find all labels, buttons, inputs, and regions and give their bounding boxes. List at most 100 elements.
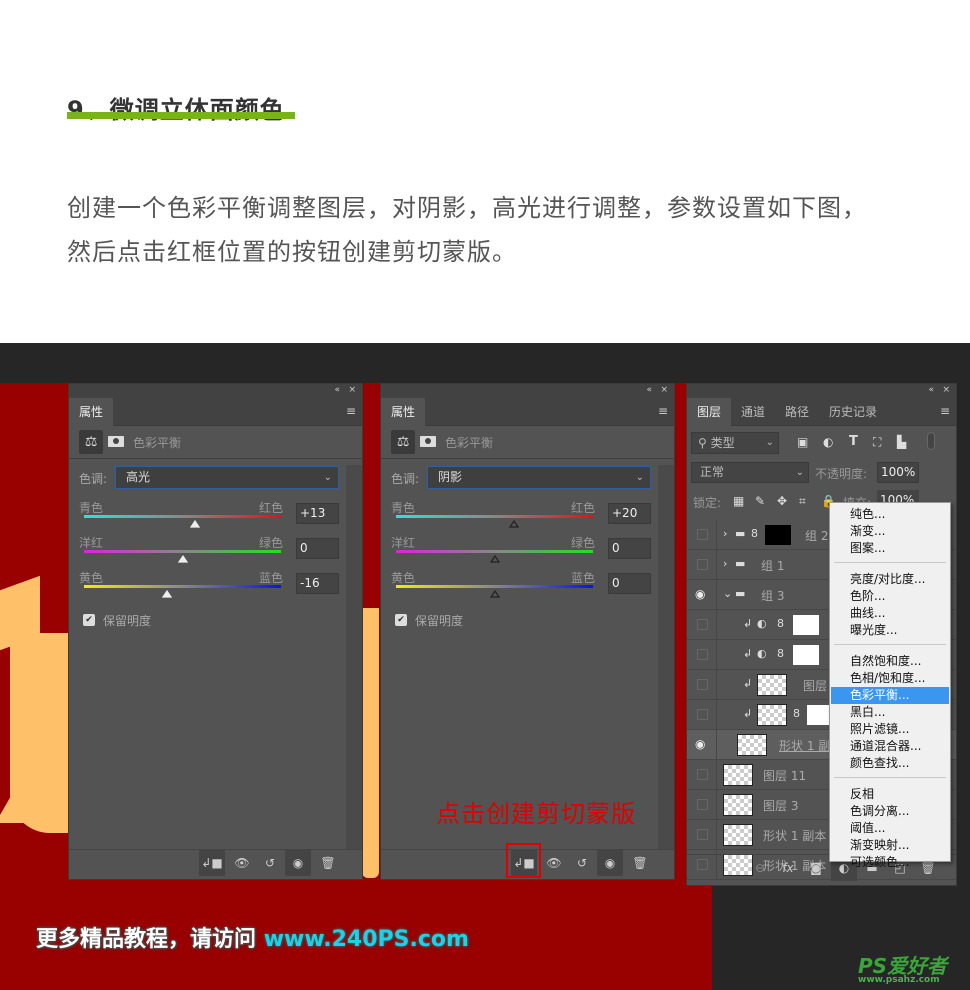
layer-name[interactable]: 图层 3 <box>763 797 798 814</box>
layer-name[interactable]: 形状 1 副本 <box>763 827 826 844</box>
clip-to-layer-button[interactable]: ↲■ <box>199 850 225 876</box>
menu-item[interactable]: 可选颜色... <box>831 854 949 871</box>
filter-toggle[interactable] <box>927 432 935 450</box>
layer-name[interactable]: 图层 11 <box>763 767 806 784</box>
layer-visibility-toggle[interactable] <box>687 610 717 640</box>
slider-value-field[interactable]: +13 <box>296 503 339 524</box>
layer-visibility-toggle[interactable] <box>687 760 717 790</box>
visibility-eye-icon[interactable]: ◉ <box>597 850 623 876</box>
panel-menu-icon[interactable]: ≡ <box>658 404 668 418</box>
preserve-luminosity-checkbox[interactable]: ✔ <box>395 614 407 626</box>
collapse-icon[interactable]: « <box>928 385 934 395</box>
lock-brush-icon[interactable]: ✎ <box>755 494 765 508</box>
menu-item[interactable]: 自然饱和度... <box>831 653 949 670</box>
expand-chevron-icon[interactable]: › <box>723 527 727 540</box>
filter-pixel-icon[interactable]: ▣ <box>797 435 808 449</box>
layer-visibility-toggle[interactable]: ◉ <box>687 580 717 610</box>
close-icon[interactable]: × <box>660 385 668 395</box>
opacity-field[interactable]: 100% <box>877 462 919 483</box>
delete-trash-icon[interactable]: 🗑 <box>315 850 341 876</box>
color-slider-track[interactable] <box>84 585 281 588</box>
menu-item[interactable]: 图案... <box>831 540 949 557</box>
color-slider-track[interactable] <box>396 585 593 588</box>
menu-item[interactable]: 反相 <box>831 786 949 803</box>
view-previous-state-icon[interactable]: 👁 <box>229 850 255 876</box>
scrollbar[interactable] <box>346 465 362 849</box>
menu-item[interactable]: 纯色... <box>831 506 949 523</box>
color-slider-track[interactable] <box>396 550 593 553</box>
filter-adjustment-icon[interactable]: ◐ <box>823 435 833 449</box>
layer-name[interactable]: 组 3 <box>761 587 784 604</box>
preserve-luminosity-checkbox[interactable]: ✔ <box>83 614 95 626</box>
slider-value-field[interactable]: 0 <box>608 573 651 594</box>
close-icon[interactable]: × <box>942 385 950 395</box>
menu-item[interactable]: 色彩平衡... <box>831 687 949 704</box>
color-slider-track[interactable] <box>396 515 593 518</box>
reset-icon[interactable]: ↺ <box>257 850 283 876</box>
collapse-icon[interactable]: « <box>334 385 340 395</box>
reset-icon[interactable]: ↺ <box>569 850 595 876</box>
fx-icon[interactable]: fx <box>775 855 801 881</box>
layer-visibility-toggle[interactable] <box>687 790 717 820</box>
layer-visibility-toggle[interactable] <box>687 820 717 850</box>
menu-item[interactable]: 黑白... <box>831 704 949 721</box>
layer-mask-thumbnail[interactable] <box>765 525 791 545</box>
slider-value-field[interactable]: +20 <box>608 503 651 524</box>
tab-properties[interactable]: 属性 <box>381 398 426 426</box>
view-previous-state-icon[interactable]: 👁 <box>541 850 567 876</box>
scrollbar[interactable] <box>658 465 674 849</box>
close-icon[interactable]: × <box>348 385 356 395</box>
layer-name[interactable]: 组 1 <box>761 557 784 574</box>
layer-thumbnail[interactable] <box>723 824 753 846</box>
tab-properties[interactable]: 属性 <box>69 398 114 426</box>
layer-visibility-toggle[interactable] <box>687 670 717 700</box>
filter-smart-object-icon[interactable]: ▙ <box>897 435 906 449</box>
menu-item[interactable]: 色调分离... <box>831 803 949 820</box>
menu-item[interactable]: 渐变映射... <box>831 837 949 854</box>
layer-mask-thumbnail[interactable] <box>793 645 819 665</box>
color-slider-track[interactable] <box>84 515 281 518</box>
layer-mask-thumbnail[interactable] <box>793 615 819 635</box>
layer-visibility-toggle[interactable] <box>687 520 717 550</box>
link-icon[interactable]: 8 <box>777 647 784 660</box>
layer-visibility-toggle[interactable]: ◉ <box>687 730 717 760</box>
slider-value-field[interactable]: 0 <box>296 538 339 559</box>
link-layers-icon[interactable]: ⊖ <box>747 855 773 881</box>
slider-thumb[interactable] <box>177 555 188 563</box>
filter-type-icon[interactable]: T <box>849 434 858 449</box>
tab-channels[interactable]: 通道 <box>731 398 775 426</box>
link-icon[interactable]: 8 <box>751 527 758 540</box>
mask-icon[interactable] <box>108 436 124 447</box>
slider-thumb[interactable] <box>161 590 172 598</box>
panel-menu-icon[interactable]: ≡ <box>940 404 950 418</box>
lock-position-icon[interactable]: ✥ <box>777 494 787 508</box>
color-balance-icon[interactable]: ⚖ <box>391 430 415 454</box>
menu-item[interactable]: 通道混合器... <box>831 738 949 755</box>
collapse-icon[interactable]: « <box>646 385 652 395</box>
lock-transparency-icon[interactable]: ▦ <box>733 494 744 508</box>
menu-item[interactable]: 颜色查找... <box>831 755 949 772</box>
visibility-eye-icon[interactable]: ◉ <box>285 850 311 876</box>
tab-history[interactable]: 历史记录 <box>819 398 887 426</box>
link-icon[interactable]: 8 <box>793 707 800 720</box>
layer-name[interactable]: 组 2 <box>805 527 828 544</box>
menu-item[interactable]: 亮度/对比度... <box>831 571 949 588</box>
footer-url[interactable]: www.240PS.com <box>264 927 469 952</box>
menu-item[interactable]: 色阶... <box>831 588 949 605</box>
layer-visibility-toggle[interactable] <box>687 640 717 670</box>
slider-thumb[interactable] <box>190 520 201 528</box>
slider-thumb[interactable] <box>489 555 500 563</box>
slider-value-field[interactable]: 0 <box>608 538 651 559</box>
panel-menu-icon[interactable]: ≡ <box>346 404 356 418</box>
layer-visibility-toggle[interactable] <box>687 700 717 730</box>
slider-thumb[interactable] <box>509 520 520 528</box>
tab-paths[interactable]: 路径 <box>775 398 819 426</box>
menu-item[interactable]: 渐变... <box>831 523 949 540</box>
mask-icon[interactable] <box>420 436 436 447</box>
layer-thumbnail[interactable] <box>737 734 767 756</box>
layer-filter-dropdown[interactable]: ⚲ 类型 ⌄ <box>691 432 779 454</box>
slider-value-field[interactable]: -16 <box>296 573 339 594</box>
filter-shape-icon[interactable]: ⛶ <box>873 435 881 450</box>
menu-item[interactable]: 照片滤镜... <box>831 721 949 738</box>
tone-dropdown[interactable]: 阴影 ⌄ <box>427 466 651 489</box>
